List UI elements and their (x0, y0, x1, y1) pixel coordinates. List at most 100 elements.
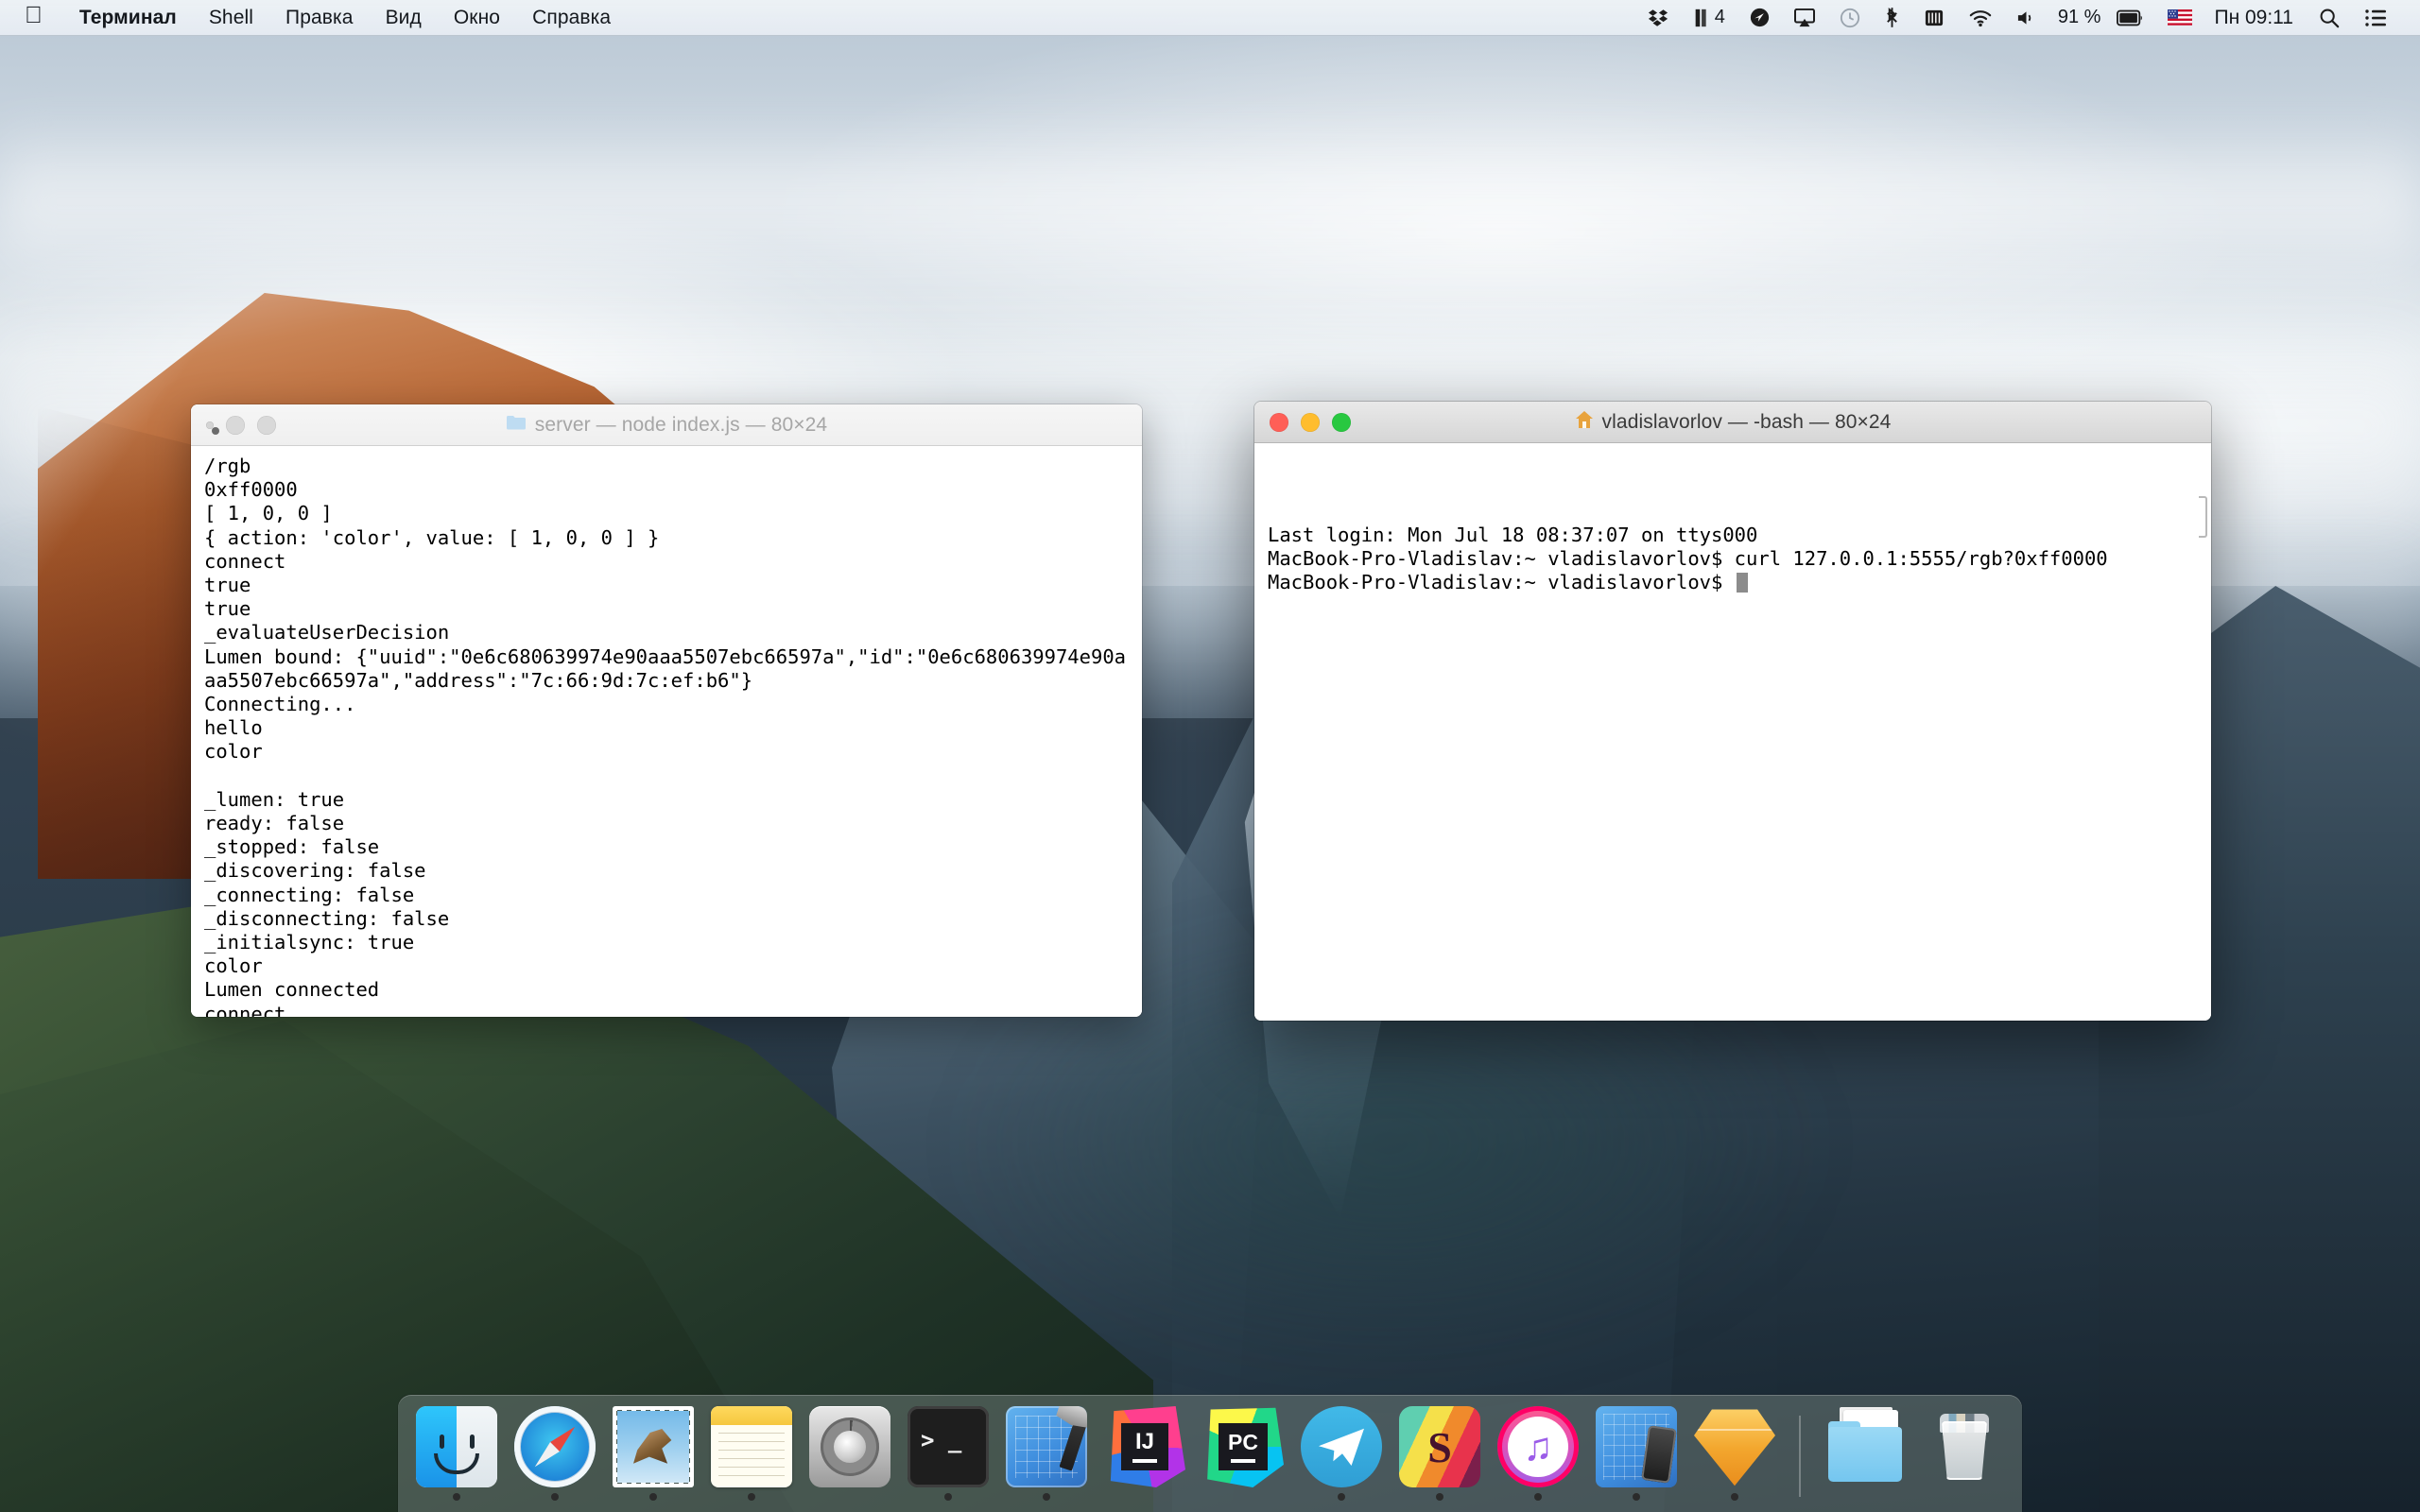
menu-bar-status-items: 4 (1635, 0, 2420, 35)
slack-icon: S (1399, 1406, 1480, 1487)
dock-item-intellij-idea[interactable]: IJ (1101, 1406, 1188, 1501)
running-indicator (748, 1493, 755, 1501)
airplay-icon[interactable] (1782, 0, 1827, 35)
apple-menu[interactable]:  (0, 0, 63, 35)
running-indicator (1141, 1493, 1149, 1501)
terminal-line: hello (204, 716, 1131, 740)
terminal-line: 0xff0000 (204, 478, 1131, 502)
search-icon[interactable] (2307, 0, 2352, 35)
menu-bar-clock[interactable]: Пн 09:11 (2204, 7, 2307, 29)
terminal-line: _discovering: false (204, 859, 1131, 883)
terminal-window-server[interactable]: server — node index.js — 80×24 /rgb0xff0… (191, 404, 1142, 1017)
dock-item-mail[interactable] (610, 1406, 697, 1501)
menu-item-window[interactable]: Окно (438, 0, 516, 35)
safari-icon (514, 1406, 596, 1487)
dock-item-simulator[interactable] (1593, 1406, 1680, 1501)
title-bar[interactable]: vladislavorlov — -bash — 80×24 (1254, 402, 2211, 443)
running-indicator (944, 1493, 952, 1501)
scrollbar-indicator[interactable] (2199, 496, 2207, 538)
terminal-output-bash[interactable]: Last login: Mon Jul 18 08:37:07 on ttys0… (1254, 443, 2211, 1021)
terminal-line: connect (204, 550, 1131, 574)
terminal-line: color (204, 954, 1131, 978)
terminal-window-bash[interactable]: vladislavorlov — -bash — 80×24 Last logi… (1254, 402, 2211, 1021)
window-title-area: vladislavorlov — -bash — 80×24 (1254, 410, 2211, 435)
location-arrow-icon[interactable] (1737, 0, 1782, 35)
zoom-button[interactable] (1332, 413, 1351, 432)
terminal-line: [ 1, 0, 0 ] (204, 502, 1131, 525)
running-indicator (1861, 1493, 1869, 1501)
dropbox-icon[interactable] (1635, 0, 1681, 35)
dock-separator (1799, 1416, 1801, 1497)
monitor-count-indicator[interactable]: 4 (1681, 0, 1737, 35)
terminal-line: _evaluateUserDecision (204, 621, 1131, 644)
dock-item-telegram[interactable] (1298, 1406, 1385, 1501)
downloads-folder-icon (1824, 1406, 1906, 1487)
menu-item-view[interactable]: Вид (370, 0, 438, 35)
terminal-line: _stopped: false (204, 835, 1131, 859)
title-bar[interactable]: server — node index.js — 80×24 (191, 404, 1142, 446)
itunes-icon: ♫ (1497, 1406, 1579, 1487)
menu-bar-app-menus:  Терминал Shell Правка Вид Окно Справка (0, 0, 627, 35)
time-machine-icon[interactable] (1827, 0, 1873, 35)
dock-item-pycharm[interactable]: PC (1200, 1406, 1287, 1501)
xcode-icon (1006, 1406, 1087, 1487)
minimize-button[interactable] (1301, 413, 1320, 432)
intellij-idea-icon: IJ (1104, 1406, 1185, 1487)
terminal-line: true (204, 574, 1131, 597)
running-indicator (1960, 1493, 1967, 1501)
wallpaper-cloud-band (0, 113, 2420, 302)
close-button[interactable] (1270, 413, 1288, 432)
notes-icon (711, 1406, 792, 1487)
terminal-line: Connecting... (204, 693, 1131, 716)
running-indicator (1043, 1493, 1050, 1501)
pycharm-icon: PC (1202, 1406, 1284, 1487)
window-controls[interactable] (191, 416, 276, 435)
terminal-output-server[interactable]: /rgb0xff0000[ 1, 0, 0 ]{ action: 'color'… (191, 446, 1142, 1017)
running-indicator (1338, 1493, 1345, 1501)
volume-icon[interactable] (2004, 0, 2048, 35)
dock-item-finder[interactable] (413, 1406, 500, 1501)
dock-item-trash[interactable] (1920, 1406, 2007, 1501)
trash-icon (1923, 1406, 2004, 1487)
terminal-line: Lumen bound: {"uuid":"0e6c680639974e90aa… (204, 645, 1131, 693)
terminal-line: /rgb (204, 455, 1131, 478)
dock-item-terminal[interactable] (905, 1406, 992, 1501)
dock-item-downloads[interactable] (1822, 1406, 1909, 1501)
window-title-area: server — node index.js — 80×24 (191, 414, 1142, 437)
window-title-text: server — node index.js — 80×24 (535, 414, 827, 437)
window-title-text: vladislavorlov — -bash — 80×24 (1602, 411, 1892, 434)
minimize-button[interactable] (226, 416, 245, 435)
menu-item-terminal[interactable]: Терминал (63, 0, 193, 35)
terminal-icon (908, 1406, 989, 1487)
simulator-icon (1596, 1406, 1677, 1487)
terminal-line: { action: 'color', value: [ 1, 0, 0 ] } (204, 526, 1131, 550)
battery-icon[interactable] (2104, 0, 2155, 35)
terminal-line: color (204, 740, 1131, 764)
window-controls[interactable] (1254, 413, 1351, 432)
terminal-line: _lumen: true (204, 788, 1131, 812)
wifi-icon[interactable] (1957, 0, 2004, 35)
dock-item-sketch[interactable] (1691, 1406, 1778, 1501)
dock-item-system-prefs[interactable] (806, 1406, 893, 1501)
bluetooth-icon[interactable] (1873, 0, 1911, 35)
monitor-count-label: 4 (1715, 7, 1725, 28)
running-indicator (1633, 1493, 1640, 1501)
running-indicator (551, 1493, 559, 1501)
dock-item-xcode[interactable] (1003, 1406, 1090, 1501)
menu-item-help[interactable]: Справка (516, 0, 627, 35)
menu-item-shell[interactable]: Shell (193, 0, 269, 35)
running-indicator (1731, 1493, 1738, 1501)
dock-item-slack[interactable]: S (1396, 1406, 1483, 1501)
display-icon[interactable] (1911, 0, 1957, 35)
us-flag-icon[interactable] (2155, 0, 2204, 35)
dock-item-itunes[interactable]: ♫ (1495, 1406, 1582, 1501)
zoom-button[interactable] (257, 416, 276, 435)
dock-item-notes[interactable] (708, 1406, 795, 1501)
telegram-icon (1301, 1406, 1382, 1487)
terminal-line: _initialsync: true (204, 931, 1131, 954)
dock-item-safari[interactable] (511, 1406, 598, 1501)
close-button[interactable] (206, 421, 214, 429)
apple-logo-icon:  (25, 4, 43, 27)
notification-center-icon[interactable] (2352, 0, 2399, 35)
menu-item-edit[interactable]: Правка (269, 0, 370, 35)
